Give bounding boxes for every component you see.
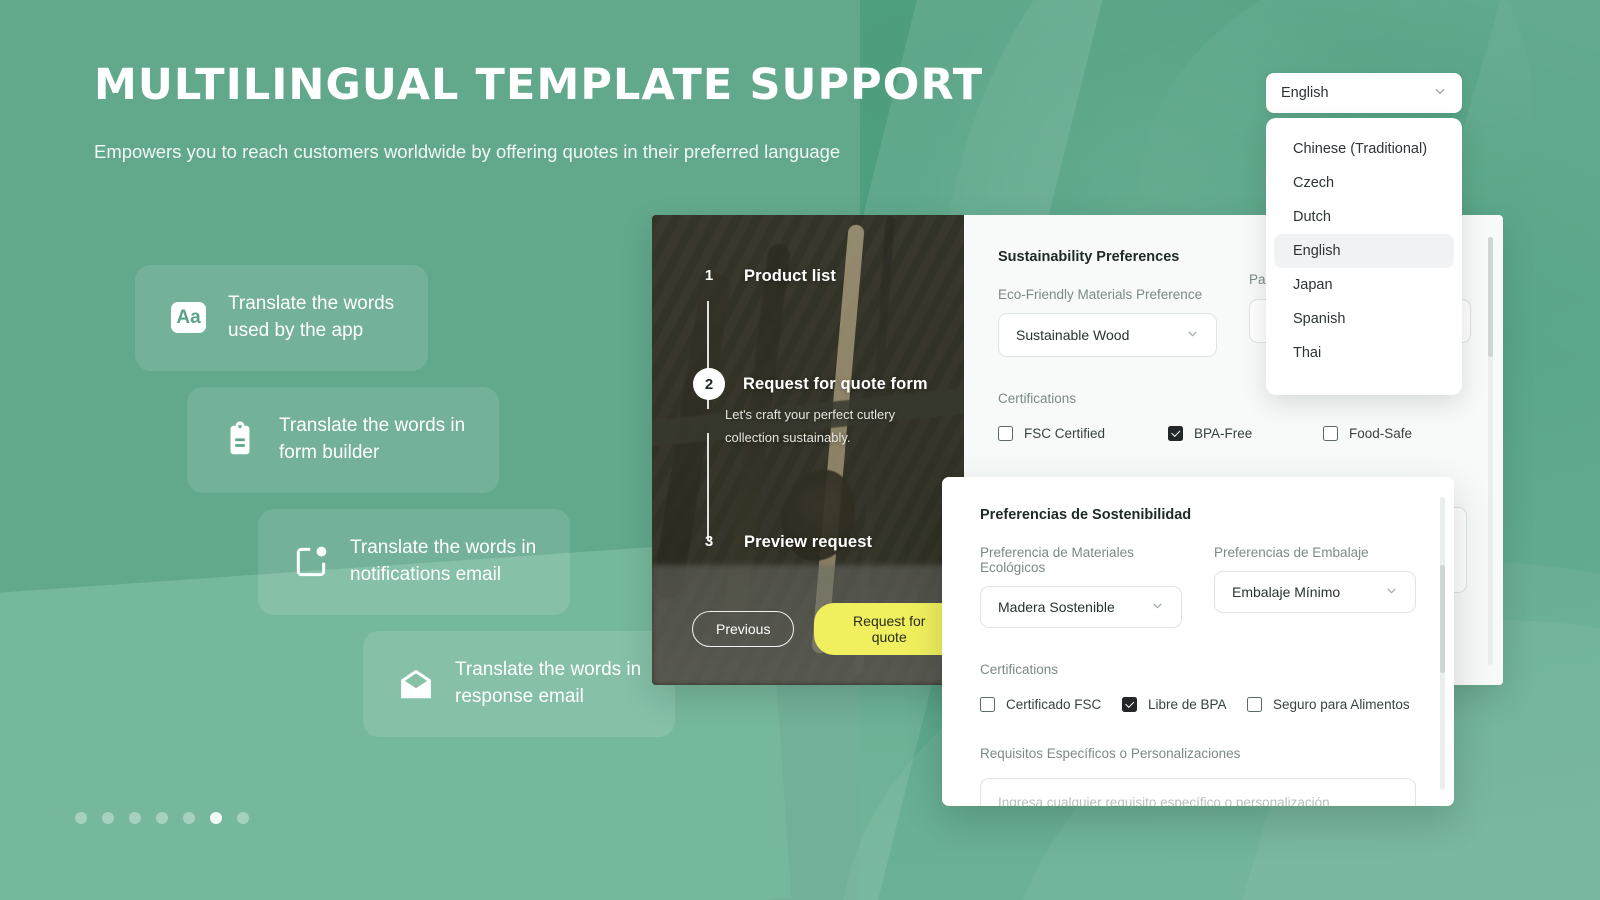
wizard-step-preview-request[interactable]: 3 Preview request [692, 533, 872, 552]
step-label: Preview request [744, 533, 873, 551]
pagination-dot[interactable] [156, 812, 168, 824]
page-title: MULTILINGUAL TEMPLATE SUPPORT [94, 60, 984, 110]
chevron-down-icon [1385, 584, 1398, 600]
packaging-preference-value-es: Embalaje Mínimo [1232, 584, 1341, 600]
certification-label: BPA-Free [1194, 426, 1253, 441]
language-option-chinese-traditional[interactable]: Chinese (Traditional) [1274, 132, 1454, 166]
clipboard-icon [221, 421, 259, 459]
checkbox-unchecked-icon[interactable] [980, 697, 995, 712]
requirements-textarea-es[interactable]: Ingresa cualquier requisito específico o… [980, 778, 1416, 806]
checkbox-checked-icon[interactable] [1168, 426, 1183, 441]
language-select-value: English [1281, 85, 1329, 101]
form-section-title-es: Preferencias de Sostenibilidad [980, 507, 1192, 523]
form-scrollbar-thumb-es[interactable] [1440, 565, 1445, 673]
notification-square-icon [292, 543, 330, 581]
chevron-down-icon [1186, 327, 1199, 343]
feature-card-label: Translate the words in response email [455, 658, 642, 707]
feature-card-notifications-email: Translate the words in notifications ema… [258, 508, 571, 615]
wizard-step-request-form[interactable]: 2 Request for quote form Let's craft you… [692, 368, 928, 449]
certification-food-safe-es[interactable]: Seguro para Alimentos [1247, 697, 1410, 712]
pagination-dot[interactable] [129, 812, 141, 824]
material-preference-value-es: Madera Sostenible [998, 599, 1115, 615]
material-preference-select[interactable]: Sustainable Wood [998, 313, 1217, 357]
step-label: Product list [744, 267, 836, 285]
step-description: Let's craft your perfect cutlery collect… [725, 407, 896, 446]
chevron-down-icon [1433, 84, 1447, 102]
certification-food-safe[interactable]: Food-Safe [1323, 426, 1412, 441]
certification-label-es: Libre de BPA [1148, 697, 1227, 712]
certifications-label-es: Certifications [980, 662, 1059, 677]
certification-label-es: Seguro para Alimentos [1273, 697, 1410, 712]
language-option-list[interactable]: Chinese (Traditional) Czech Dutch Englis… [1266, 118, 1462, 395]
wizard-button-group: Previous Request for quote [692, 603, 964, 655]
form-scrollbar-thumb[interactable] [1488, 237, 1493, 357]
packaging-preference-select-es[interactable]: Embalaje Mínimo [1214, 571, 1416, 613]
certification-bpa-free-es[interactable]: Libre de BPA [1122, 697, 1247, 712]
feature-card-form-builder: Translate the words in form builder [187, 386, 500, 493]
sustainability-form-spanish: Preferencias de Sostenibilidad Preferenc… [942, 477, 1454, 806]
certification-fsc-es[interactable]: Certificado FSC [980, 697, 1122, 712]
checkbox-unchecked-icon[interactable] [998, 426, 1013, 441]
pagination-dot[interactable] [75, 812, 87, 824]
feature-card-app-words: Aa Translate the words used by the app [135, 265, 429, 371]
language-option-thai[interactable]: Thai [1274, 336, 1454, 370]
page-subtitle: Empowers you to reach customers worldwid… [94, 141, 841, 163]
carousel-pagination [75, 812, 249, 824]
material-preference-value: Sustainable Wood [1016, 327, 1130, 343]
chevron-down-icon [1151, 599, 1164, 615]
feature-card-label: Translate the words used by the app [228, 293, 395, 341]
wizard-image-panel: 1 Product list 2 Request for quote form … [652, 215, 1009, 685]
form-scrollbar-track[interactable] [1488, 237, 1493, 665]
step-number: 3 [704, 533, 714, 550]
step-number: 1 [704, 267, 714, 284]
envelope-open-icon [397, 665, 435, 703]
language-option-czech[interactable]: Czech [1274, 166, 1454, 200]
language-option-english[interactable]: English [1274, 234, 1454, 268]
feature-card-response-email: Translate the words in response email [363, 630, 676, 737]
checkbox-checked-icon[interactable] [1122, 697, 1137, 712]
checkbox-unchecked-icon[interactable] [1323, 426, 1338, 441]
material-preference-label: Eco-Friendly Materials Preference [998, 287, 1203, 302]
previous-button[interactable]: Previous [692, 611, 795, 647]
packaging-preference-label-es: Preferencias de Embalaje [1214, 545, 1369, 560]
aa-text-icon: Aa [171, 302, 206, 334]
material-preference-group-es: Preferencia de Materiales Ecológicos Mad… [980, 545, 1182, 628]
language-dropdown: English Chinese (Traditional) Czech Dutc… [1266, 73, 1462, 395]
certification-label: FSC Certified [1024, 426, 1106, 441]
pagination-dot[interactable] [102, 812, 114, 824]
step-label: Request for quote form [743, 375, 928, 393]
checkbox-unchecked-icon[interactable] [1247, 697, 1262, 712]
form-scrollbar-track-es[interactable] [1440, 497, 1445, 790]
language-option-spanish[interactable]: Spanish [1274, 302, 1454, 336]
certification-label-es: Certificado FSC [1006, 697, 1102, 712]
page-header: MULTILINGUAL TEMPLATE SUPPORT Empowers y… [94, 60, 984, 169]
pagination-dot[interactable] [183, 812, 195, 824]
feature-card-list: Aa Translate the words used by the app T… [0, 265, 720, 753]
certification-label: Food-Safe [1349, 426, 1413, 441]
language-option-japan[interactable]: Japan [1274, 268, 1454, 302]
material-preference-select-es[interactable]: Madera Sostenible [980, 586, 1182, 628]
feature-card-label: Translate the words in notifications ema… [350, 536, 537, 585]
certifications-group-es: Certificado FSC Libre de BPA Seguro para… [980, 697, 1416, 712]
language-option-dutch[interactable]: Dutch [1274, 200, 1454, 234]
pagination-dot-active[interactable] [210, 812, 222, 824]
certifications-group: FSC Certified BPA-Free Food-Safe [998, 426, 1467, 441]
requirements-label-es: Requisitos Específicos o Personalizacion… [980, 746, 1241, 761]
wizard-step-product-list[interactable]: 1 Product list [692, 267, 836, 286]
step-number-active: 2 [693, 368, 725, 400]
form-row-preferences-es: Preferencia de Materiales Ecológicos Mad… [980, 545, 1416, 628]
certification-bpa-free[interactable]: BPA-Free [1168, 426, 1323, 441]
material-preference-group: Eco-Friendly Materials Preference Sustai… [998, 287, 1217, 357]
packaging-preference-group-es: Preferencias de Embalaje Embalaje Mínimo [1214, 545, 1416, 628]
pagination-dot[interactable] [237, 812, 249, 824]
feature-card-label: Translate the words in form builder [279, 414, 466, 463]
language-select-trigger[interactable]: English [1266, 73, 1462, 113]
material-preference-label-es: Preferencia de Materiales Ecológicos [980, 545, 1134, 575]
certification-fsc[interactable]: FSC Certified [998, 426, 1168, 441]
